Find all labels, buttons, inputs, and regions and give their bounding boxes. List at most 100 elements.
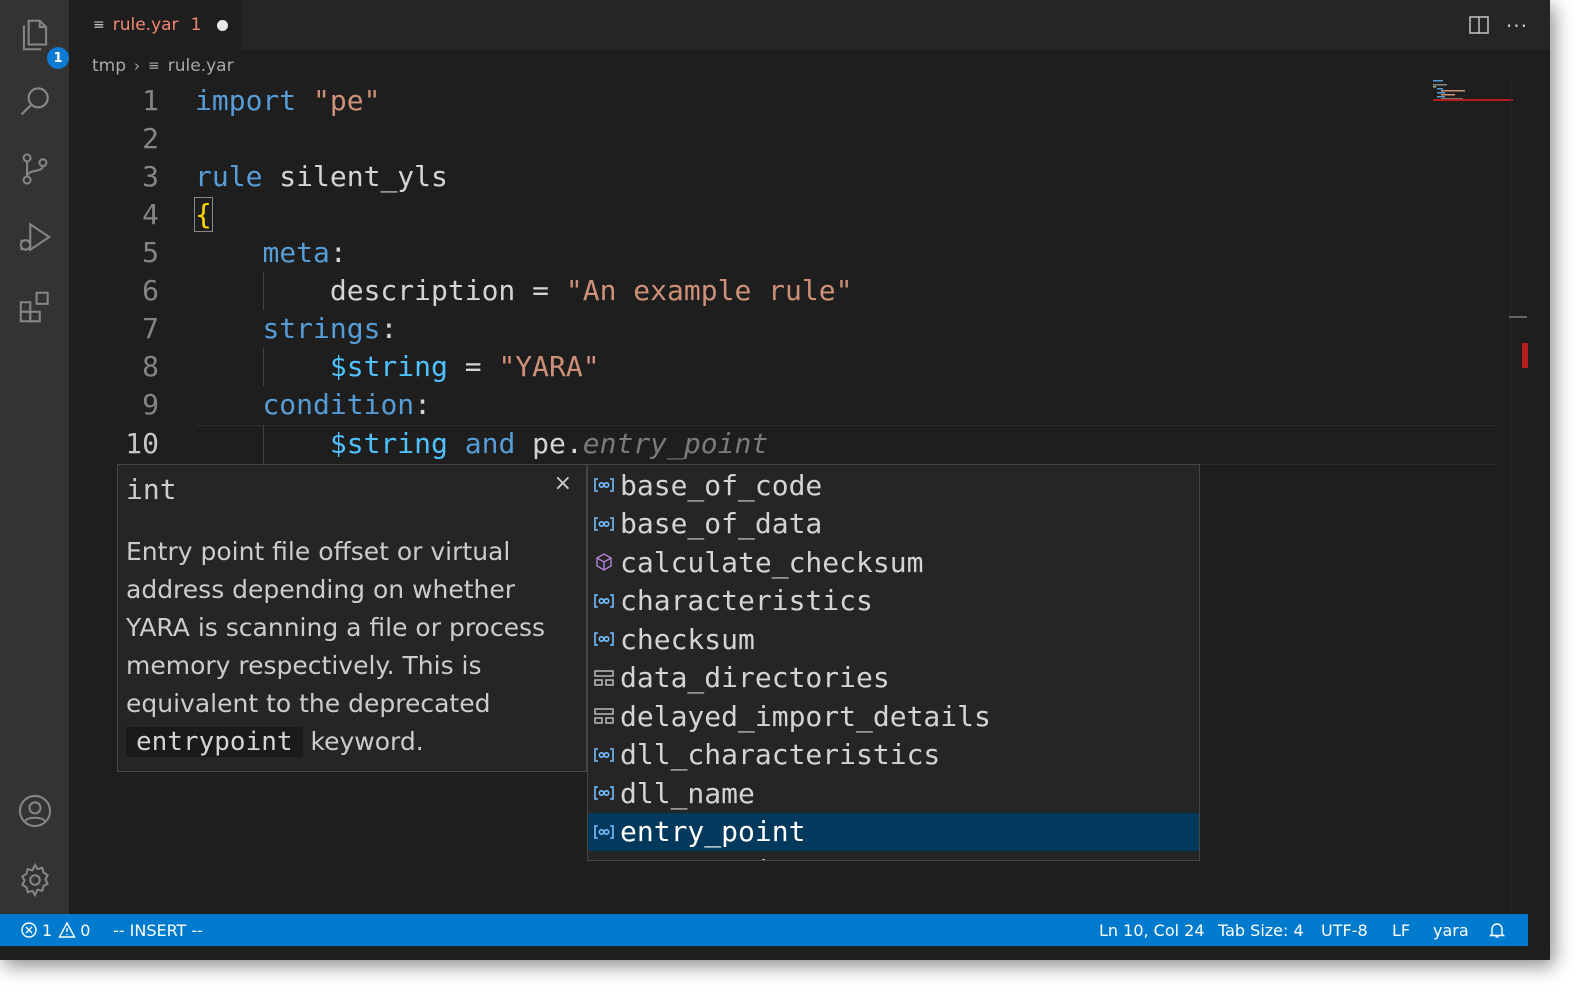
tab-rule-yar[interactable]: ≡ rule.yar 1	[69, 0, 241, 50]
account-button[interactable]	[10, 786, 60, 836]
suggestion-item[interactable]: dll_name	[588, 774, 1199, 812]
suggestion-label: dll_name	[620, 776, 755, 810]
field-icon	[588, 823, 620, 841]
code-line-4: {	[194, 196, 213, 234]
suggestion-item[interactable]: dll_characteristics	[588, 736, 1199, 774]
field-icon	[588, 515, 620, 533]
code-line-8: $string = "YARA"	[195, 348, 600, 386]
doc-text: Entry point file offset or virtual addre…	[126, 537, 546, 718]
suggestion-label: calculate_checksum	[620, 545, 924, 579]
suggestion-item[interactable]: entry_point_raw	[588, 851, 1199, 861]
error-count: 1	[42, 920, 53, 940]
source-control-button[interactable]	[10, 144, 60, 194]
breadcrumb-file[interactable]: rule.yar	[168, 56, 234, 76]
field-icon	[588, 592, 620, 610]
keyword: import	[195, 84, 297, 117]
search-button[interactable]	[10, 76, 60, 126]
file-lines-icon: ≡	[148, 58, 160, 74]
suggestion-label: delayed_import_details	[620, 699, 991, 733]
suggestion-item[interactable]: entry_point	[588, 812, 1199, 851]
manage-button[interactable]	[10, 855, 60, 905]
struct-icon	[588, 668, 620, 688]
breadcrumb-folder[interactable]: tmp	[92, 56, 126, 76]
inline-suggestion: entry_point	[582, 427, 769, 460]
struct-icon	[588, 706, 620, 726]
method-icon	[588, 552, 620, 572]
more-actions-icon[interactable]: ···	[1506, 14, 1528, 38]
field-icon	[588, 630, 620, 648]
doc-tail: keyword.	[310, 727, 424, 756]
suggestion-label: data_directories	[620, 661, 890, 694]
brace: {	[194, 197, 213, 232]
code-line-3: rule silent_yls	[195, 158, 448, 196]
warning-icon	[58, 921, 76, 938]
run-debug-button[interactable]	[10, 212, 60, 262]
extensions-icon	[19, 291, 49, 323]
notifications-button[interactable]	[1488, 914, 1506, 946]
field-icon	[588, 746, 620, 764]
vim-mode: -- INSERT --	[113, 920, 203, 940]
line-number: 6	[142, 274, 159, 307]
colon: :	[380, 312, 398, 345]
suggestion-item[interactable]: delayed_import_details	[588, 697, 1199, 735]
operator-and: and	[464, 427, 516, 460]
tab-problem-count: 1	[190, 15, 202, 35]
suggestion-item[interactable]: checksum	[588, 620, 1199, 658]
status-bar: 1 0 -- INSERT -- Ln 10, Col 24 Tab Size:…	[0, 914, 1528, 946]
suggestion-item[interactable]: data_directories	[588, 659, 1199, 697]
minimap[interactable]	[1433, 78, 1513, 118]
variable: $string	[329, 350, 448, 383]
suggestion-label: base_of_code	[620, 468, 823, 502]
code-line-6: description = "An example rule"	[195, 272, 853, 310]
suggestion-item[interactable]: base_of_code	[588, 466, 1199, 504]
line-number: 1	[142, 84, 159, 117]
unsaved-dot-icon[interactable]	[217, 19, 229, 31]
language-mode[interactable]: yara	[1433, 914, 1469, 946]
run-debug-icon	[19, 222, 52, 252]
end-of-line[interactable]: LF	[1392, 914, 1410, 946]
split-editor-icon[interactable]	[1468, 14, 1490, 36]
suggestion-item[interactable]: calculate_checksum	[588, 543, 1199, 581]
vscode-window: 1 ≡ rule.yar 1 ··· tmp › ≡ rule.yar 1 2 …	[0, 0, 1550, 960]
suggestion-item[interactable]: characteristics	[588, 582, 1199, 620]
encoding[interactable]: UTF-8	[1321, 914, 1368, 946]
tab-label: rule.yar	[112, 15, 179, 35]
extensions-button[interactable]	[10, 282, 60, 332]
string: "pe"	[313, 84, 381, 117]
meta-key: description	[329, 274, 516, 307]
suggestion-label: characteristics	[620, 584, 873, 617]
close-icon[interactable]: ×	[554, 471, 572, 496]
scrollbar-cursor-marker	[1509, 316, 1527, 318]
source-control-icon	[22, 153, 48, 185]
variable: $string	[329, 427, 448, 460]
suggestion-list[interactable]: base_of_code base_of_data calculate_checks…	[587, 464, 1200, 861]
field-icon	[588, 476, 620, 494]
activity-bar: 1	[0, 0, 69, 928]
cursor-position[interactable]: Ln 10, Col 24	[1099, 914, 1205, 946]
code-line-10: $string and pe.entry_point	[195, 425, 768, 463]
file-lines-icon: ≡	[93, 17, 105, 33]
suggestion-item[interactable]: base_of_data	[588, 505, 1199, 543]
bell-icon	[1488, 923, 1506, 938]
explorer-badge: 1	[47, 47, 69, 69]
search-icon	[20, 87, 49, 116]
vertical-scrollbar[interactable]	[1510, 80, 1529, 920]
explorer-button[interactable]: 1	[10, 10, 69, 69]
line-number: 4	[142, 198, 159, 231]
line-number: 9	[142, 388, 159, 421]
tab-size[interactable]: Tab Size: 4	[1218, 914, 1304, 946]
rule-name: silent_yls	[279, 160, 448, 193]
details-documentation: Entry point file offset or virtual addre…	[126, 533, 576, 761]
equals: =	[532, 274, 550, 307]
colon: :	[329, 236, 347, 269]
problems-indicator[interactable]: 1 0	[20, 914, 90, 946]
suggestion-label: checksum	[620, 622, 755, 656]
keyword: rule	[195, 160, 263, 193]
suggestion-label: base_of_data	[620, 507, 823, 540]
chevron-right-icon: ›	[134, 57, 141, 75]
line-number: 10	[125, 427, 159, 460]
account-icon	[18, 794, 52, 828]
section-keyword: meta	[262, 236, 330, 269]
string: "YARA"	[498, 350, 600, 383]
suggestion-label: dll_characteristics	[620, 738, 941, 771]
